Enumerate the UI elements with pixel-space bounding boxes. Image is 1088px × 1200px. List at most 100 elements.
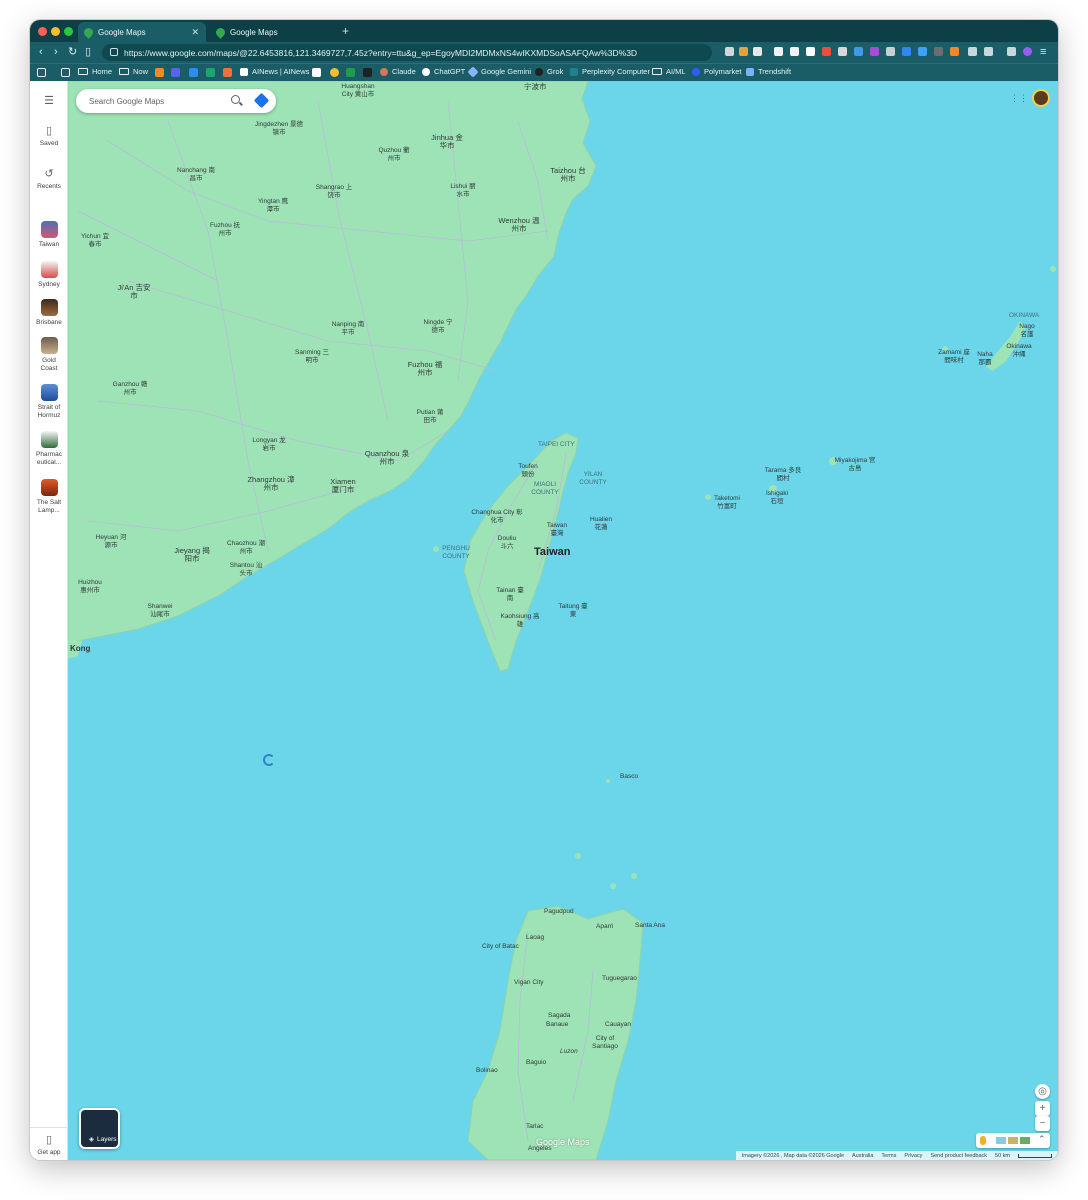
- bookmark-perplexity[interactable]: Perplexity Computer: [570, 67, 650, 76]
- account-avatar[interactable]: [1032, 89, 1050, 107]
- map-label[interactable]: Jinhua 金华市: [430, 134, 464, 150]
- bookmark-aiml[interactable]: AI/ML: [652, 67, 686, 76]
- extension-icon[interactable]: [950, 47, 959, 56]
- bookmark-grok[interactable]: Grok: [535, 67, 563, 76]
- pegman-icon[interactable]: [980, 1136, 986, 1145]
- map-label[interactable]: Quzhou 衢州市: [378, 147, 410, 163]
- maximize-window-button[interactable]: [64, 27, 73, 36]
- layers-button[interactable]: ◈ Layers: [79, 1108, 120, 1149]
- country-link[interactable]: Australia: [852, 1153, 873, 1159]
- recent-place-salt-lamp[interactable]: The Salt Lamp...: [30, 479, 68, 515]
- bookmark-claude[interactable]: Claude: [380, 67, 416, 76]
- map-label[interactable]: Cauayan: [605, 1021, 631, 1029]
- map-label[interactable]: 宁波市: [524, 83, 547, 91]
- map-label[interactable]: Tarama 多良間村: [764, 467, 802, 483]
- map-label[interactable]: Vigan City: [514, 979, 544, 987]
- map-label[interactable]: Tarlac: [526, 1123, 543, 1131]
- map-label[interactable]: Shantou 汕头市: [228, 562, 264, 578]
- profile-icon[interactable]: [1023, 47, 1032, 56]
- recent-place-sydney[interactable]: Sydney: [30, 261, 68, 289]
- map-label[interactable]: Changhua City 彰化市: [470, 509, 524, 525]
- bookmark-now[interactable]: Now: [119, 67, 148, 76]
- extension-icon[interactable]: [838, 47, 847, 56]
- storm-marker-icon[interactable]: [263, 754, 275, 766]
- extension-icon[interactable]: [753, 47, 762, 56]
- recent-place-gold-coast[interactable]: Gold Coast: [30, 337, 68, 373]
- search-input[interactable]: Search Google Maps: [89, 97, 164, 106]
- map-label[interactable]: Nago 名護: [1016, 323, 1038, 339]
- new-tab-button[interactable]: +: [342, 24, 349, 38]
- back-icon[interactable]: ‹: [39, 46, 43, 58]
- map-label[interactable]: Ganzhou 赣州市: [110, 381, 150, 397]
- extensions-puzzle-icon[interactable]: [968, 47, 977, 56]
- zoom-in-button[interactable]: +: [1035, 1101, 1050, 1116]
- map-label[interactable]: Yingtan 鹰潭市: [256, 198, 290, 214]
- search-icon[interactable]: [231, 95, 240, 104]
- close-window-button[interactable]: [38, 27, 47, 36]
- bookmark-icon[interactable]: [363, 68, 372, 77]
- bookmark-icon[interactable]: [346, 68, 355, 77]
- bookmark-icon[interactable]: ▯: [85, 46, 91, 58]
- map-label[interactable]: Okinawa 沖縄: [1004, 343, 1034, 359]
- map-label[interactable]: Quanzhou 泉州市: [364, 450, 410, 466]
- extension-icon[interactable]: [934, 47, 943, 56]
- directions-icon[interactable]: [253, 92, 270, 109]
- extension-icon[interactable]: [790, 47, 799, 56]
- bookmark-icon[interactable]: [171, 68, 180, 77]
- map-label[interactable]: Miyakojima 宮古島: [834, 457, 876, 473]
- map-label[interactable]: Ji'An 吉安市: [116, 284, 152, 300]
- map-label[interactable]: Bolinao: [476, 1067, 498, 1075]
- url-field[interactable]: https://www.google.com/maps/@22.6453816,…: [102, 44, 712, 61]
- imagery-thumbnail[interactable]: [996, 1137, 1006, 1144]
- reading-list-icon[interactable]: [61, 68, 70, 77]
- map-label[interactable]: Banaue: [546, 1021, 568, 1029]
- menu-icon[interactable]: ≡: [1040, 46, 1046, 58]
- map-label[interactable]: Nanchang 南昌市: [176, 167, 216, 183]
- map-label[interactable]: Taketomi 竹富町: [710, 495, 744, 511]
- map-label[interactable]: Taizhou 台州市: [550, 167, 586, 183]
- map-label[interactable]: Hualien 花蓮: [586, 516, 616, 532]
- recent-place-strait-of-hormuz[interactable]: Strait of Hormuz: [30, 384, 68, 420]
- extension-icon[interactable]: [902, 47, 911, 56]
- map-label[interactable]: Huizhou 惠州市: [74, 579, 106, 595]
- map-label[interactable]: Jieyang 揭阳市: [172, 547, 212, 563]
- extension-icon[interactable]: [854, 47, 863, 56]
- zoom-out-button[interactable]: −: [1035, 1116, 1050, 1131]
- bookmark-icon[interactable]: [189, 68, 198, 77]
- map-label[interactable]: Sanming 三明市: [293, 349, 331, 365]
- bookmark-home[interactable]: Home: [78, 67, 112, 76]
- bookmark-icon[interactable]: [330, 68, 339, 77]
- extension-icon[interactable]: [739, 47, 748, 56]
- map-label[interactable]: Huangshan City 黄山市: [336, 83, 380, 99]
- recent-place-brisbane[interactable]: Brisbane: [30, 299, 68, 327]
- map-label[interactable]: Aparri: [596, 923, 613, 931]
- map-label[interactable]: OKINAWA: [1009, 312, 1039, 320]
- extension-icon[interactable]: [918, 47, 927, 56]
- extension-icon[interactable]: [725, 47, 734, 56]
- map-label[interactable]: Zhangzhou 漳州市: [246, 476, 296, 492]
- map-label[interactable]: Tuguegarao: [602, 975, 637, 983]
- imagery-thumbnail[interactable]: [1020, 1137, 1030, 1144]
- map-label[interactable]: Putian 莆田市: [414, 409, 446, 425]
- map-label-taiwan[interactable]: Taiwan: [534, 547, 570, 558]
- sidebar-toggle-icon[interactable]: [984, 47, 993, 56]
- privacy-link[interactable]: Privacy: [904, 1153, 922, 1159]
- map-label[interactable]: Toufen 頭份: [516, 463, 540, 479]
- recents-button[interactable]: ↺ Recents: [30, 168, 68, 191]
- map-label[interactable]: City of Batac: [482, 943, 519, 951]
- map-label[interactable]: Nanping 南平市: [329, 321, 367, 337]
- map-canvas[interactable]: Search Google Maps ⋮⋮ Huangshan City 黄山市…: [68, 81, 1058, 1160]
- map-label[interactable]: PENGHU COUNTY: [436, 545, 476, 561]
- map-label[interactable]: Kaohsiung 高雄: [500, 613, 540, 629]
- extension-icon[interactable]: [806, 47, 815, 56]
- extension-icon[interactable]: [886, 47, 895, 56]
- map-label[interactable]: Heyuan 河源市: [94, 534, 128, 550]
- map-type-strip[interactable]: ⌃: [976, 1133, 1050, 1148]
- tab-google-maps[interactable]: Google Maps: [210, 22, 336, 42]
- my-location-button[interactable]: ◎: [1035, 1084, 1050, 1099]
- extension-icon[interactable]: [774, 47, 783, 56]
- map-label[interactable]: Sagada: [548, 1012, 570, 1020]
- bookmark-ainews[interactable]: AINews | AINews: [240, 67, 309, 76]
- map-label[interactable]: Santa Ana: [635, 922, 665, 930]
- site-info-icon[interactable]: [110, 48, 118, 56]
